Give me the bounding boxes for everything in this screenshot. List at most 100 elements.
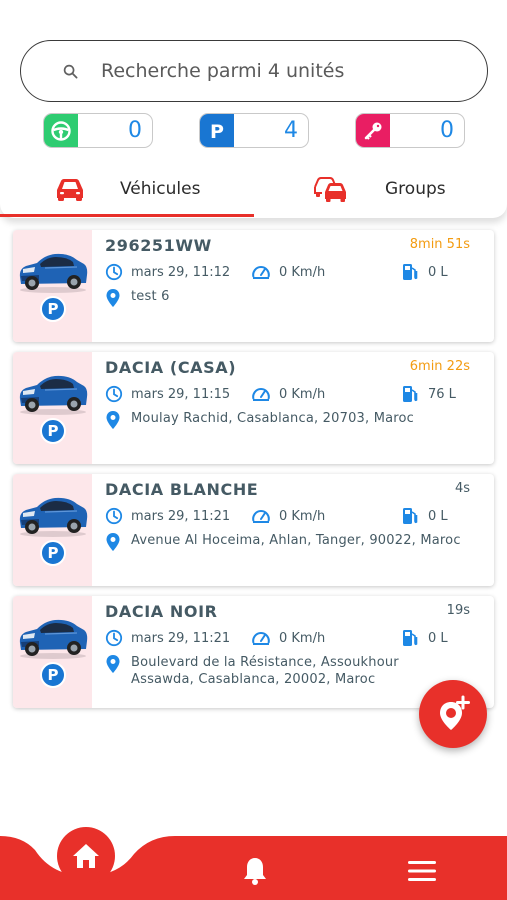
stat-moving-count: 0 <box>128 118 142 143</box>
stat-ignition-count: 0 <box>440 118 454 143</box>
add-location-icon <box>440 695 470 730</box>
vehicle-timestamp: mars 29, 11:21 <box>105 507 230 525</box>
search-bar[interactable]: Recherche parmi 4 unités <box>20 40 488 102</box>
svg-text:P: P <box>210 121 224 142</box>
location-pin-icon <box>106 655 120 673</box>
speedometer-icon <box>252 388 270 401</box>
vehicle-thumbnail: P <box>13 230 92 342</box>
stat-ignition[interactable]: 0 <box>355 113 465 148</box>
timestamp-text: mars 29, 11:15 <box>131 386 231 402</box>
timestamp-text: mars 29, 11:21 <box>131 508 231 524</box>
address-text: Moulay Rachid, Casablanca, 20703, Maroc <box>131 411 415 426</box>
vehicle-thumbnail: P <box>13 474 92 586</box>
parking-status-badge: P <box>40 418 66 444</box>
tab-vehicules[interactable]: Véhicules <box>54 164 200 214</box>
search-icon <box>63 64 78 79</box>
vehicle-address: Moulay Rachid, Casablanca, 20703, Maroc <box>105 410 461 430</box>
speed-text: 0 Km/h <box>279 264 326 280</box>
stat-parked[interactable]: P 4 <box>199 113 309 148</box>
speed-text: 0 Km/h <box>279 508 326 524</box>
speedometer-icon <box>252 266 270 279</box>
car-photo <box>19 619 88 659</box>
vehicle-timestamp: mars 29, 11:21 <box>105 629 230 647</box>
vehicle-address: test 6 <box>105 288 461 308</box>
clock-icon <box>105 629 123 647</box>
stat-moving[interactable]: 0 <box>43 113 153 148</box>
fuel-text: 0 L <box>428 630 448 646</box>
home-icon <box>73 844 99 868</box>
fuel-icon <box>403 386 418 402</box>
fuel-icon <box>403 630 418 646</box>
parking-status-badge: P <box>40 296 66 322</box>
active-tab-indicator <box>0 214 254 217</box>
nav-notifications-button[interactable] <box>240 856 270 886</box>
car-photo <box>19 375 88 415</box>
car-icon <box>57 179 83 201</box>
vehicle-name: DACIA BLANCHE <box>105 480 259 499</box>
vehicle-timestamp: mars 29, 11:15 <box>105 385 230 403</box>
vehicle-thumbnail: P <box>13 596 92 708</box>
vehicle-fuel: 0 L <box>402 629 448 647</box>
vehicle-fuel: 0 L <box>402 263 448 281</box>
vehicle-timestamp: mars 29, 11:12 <box>105 263 230 281</box>
nav-home-button[interactable] <box>57 827 115 885</box>
steering-wheel-icon <box>44 114 78 147</box>
vehicle-card[interactable]: P DACIA (CASA) 6min 22s mars 29, 11:15 0… <box>13 352 494 464</box>
vehicle-speed: 0 Km/h <box>251 385 325 403</box>
vehicle-elapsed-time: 4s <box>454 481 470 496</box>
add-location-button[interactable] <box>419 680 487 748</box>
fuel-text: 0 L <box>428 508 448 524</box>
vehicle-name: 296251WW <box>105 236 212 255</box>
nav-menu-button[interactable] <box>405 856 439 886</box>
speedometer-icon <box>252 632 270 645</box>
location-pin-icon <box>106 289 120 307</box>
vehicle-card[interactable]: P DACIA BLANCHE 4s mars 29, 11:21 0 Km/h… <box>13 474 494 586</box>
parking-icon: P <box>200 114 234 147</box>
key-icon <box>356 114 390 147</box>
parking-status-badge: P <box>40 540 66 566</box>
vehicle-thumbnail: P <box>13 352 92 464</box>
clock-icon <box>105 263 123 281</box>
tab-vehicules-label: Véhicules <box>120 179 201 199</box>
app-screen: Recherche parmi 4 unités 0 P 4 0 Véhicul… <box>0 0 507 900</box>
car-photo <box>19 253 88 293</box>
location-pin-icon <box>106 411 120 429</box>
header: Recherche parmi 4 unités 0 P 4 0 Véhicul… <box>0 0 507 218</box>
fuel-text: 0 L <box>428 264 448 280</box>
vehicle-address: Boulevard de la Résistance, Assoukhour A… <box>105 654 461 688</box>
parking-status-badge: P <box>40 662 66 688</box>
clock-icon <box>105 507 123 525</box>
vehicle-name: DACIA NOIR <box>105 602 218 621</box>
vehicle-elapsed-time: 19s <box>446 603 470 618</box>
stat-parked-count: 4 <box>284 118 298 143</box>
group-cars-icon <box>314 177 346 202</box>
speed-text: 0 Km/h <box>279 386 326 402</box>
location-pin-icon <box>106 533 120 551</box>
car-photo <box>19 497 88 537</box>
address-text: test 6 <box>131 289 170 304</box>
timestamp-text: mars 29, 11:12 <box>131 264 231 280</box>
vehicle-card[interactable]: P 296251WW 8min 51s mars 29, 11:12 0 Km/… <box>13 230 494 342</box>
vehicle-elapsed-time: 8min 51s <box>409 237 470 252</box>
tab-groups[interactable]: Groups <box>313 164 446 214</box>
address-text: Boulevard de la Résistance, Assoukhour A… <box>131 655 399 687</box>
tab-groups-label: Groups <box>385 179 446 199</box>
fuel-icon <box>403 264 418 280</box>
vehicle-card[interactable]: P DACIA NOIR 19s mars 29, 11:21 0 Km/h 0… <box>13 596 494 708</box>
fuel-icon <box>403 508 418 524</box>
speed-text: 0 Km/h <box>279 630 326 646</box>
fuel-text: 76 L <box>428 386 456 402</box>
bell-icon <box>244 858 266 885</box>
timestamp-text: mars 29, 11:21 <box>131 630 231 646</box>
vehicle-speed: 0 Km/h <box>251 629 325 647</box>
tab-bar: Véhicules Groups <box>0 164 507 218</box>
menu-icon <box>408 861 436 881</box>
vehicle-speed: 0 Km/h <box>251 507 325 525</box>
vehicle-address: Avenue Al Hoceima, Ahlan, Tanger, 90022,… <box>105 532 461 552</box>
vehicle-fuel: 76 L <box>402 385 456 403</box>
speedometer-icon <box>252 510 270 523</box>
search-input[interactable]: Recherche parmi 4 unités <box>101 60 344 82</box>
vehicle-name: DACIA (CASA) <box>105 358 237 377</box>
clock-icon <box>105 385 123 403</box>
address-text: Avenue Al Hoceima, Ahlan, Tanger, 90022,… <box>131 533 461 548</box>
